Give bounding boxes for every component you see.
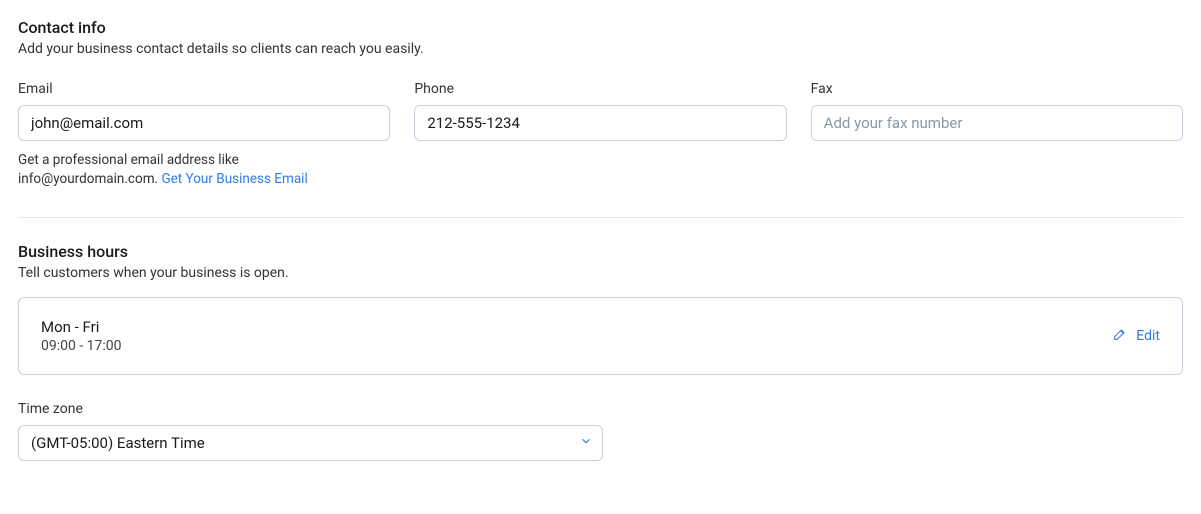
contact-section: Contact info Add your business contact d… [18,18,1183,189]
hours-section: Business hours Tell customers when your … [18,242,1183,461]
phone-label: Phone [414,81,786,97]
timezone-label: Time zone [18,401,1183,417]
hours-desc: Tell customers when your business is ope… [18,265,1183,281]
timezone-select[interactable]: (GMT-05:00) Eastern Time [18,425,603,461]
fax-field-group: Fax [811,81,1183,189]
fax-label: Fax [811,81,1183,97]
pencil-icon [1112,326,1128,346]
phone-field-group: Phone [414,81,786,189]
email-helper: Get a professional email address like in… [18,151,378,189]
timezone-field-group: Time zone (GMT-05:00) Eastern Time [18,401,1183,461]
section-divider [18,217,1183,218]
hours-summary: Mon - Fri 09:00 - 17:00 [41,318,122,354]
edit-label: Edit [1136,328,1160,344]
contact-fields-row: Email Get a professional email address l… [18,81,1183,189]
get-business-email-link[interactable]: Get Your Business Email [161,171,307,187]
hours-box: Mon - Fri 09:00 - 17:00 Edit [18,297,1183,375]
email-label: Email [18,81,390,97]
email-field-group: Email Get a professional email address l… [18,81,390,189]
contact-title: Contact info [18,18,1183,37]
edit-hours-button[interactable]: Edit [1112,326,1160,346]
hours-days: Mon - Fri [41,318,122,336]
phone-input[interactable] [414,105,786,141]
fax-input[interactable] [811,105,1183,141]
hours-time: 09:00 - 17:00 [41,338,122,354]
hours-title: Business hours [18,242,1183,261]
contact-desc: Add your business contact details so cli… [18,41,1183,57]
timezone-value: (GMT-05:00) Eastern Time [18,425,603,461]
email-input[interactable] [18,105,390,141]
